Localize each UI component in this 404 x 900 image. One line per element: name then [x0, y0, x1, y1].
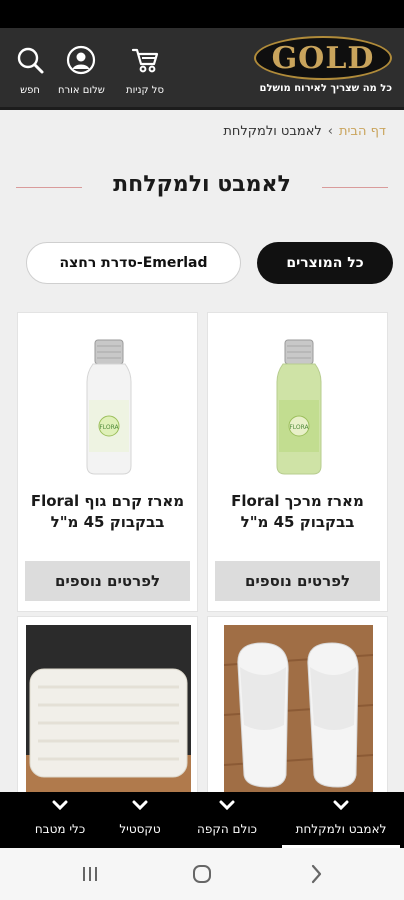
filter-all-products[interactable]: כל המוצרים — [257, 242, 393, 284]
search-icon — [14, 44, 46, 76]
svg-text:FLORA: FLORA — [99, 424, 119, 431]
category-coffee[interactable]: כולם הקפה — [186, 792, 268, 848]
product-card[interactable]: FLORA מארז קרם גוף Floral בבקבוק 45 מ"ל … — [17, 312, 198, 612]
category-bar: לאמבט ולמקלחת כולם הקפה טקסטיל כלי מטבח — [0, 792, 404, 848]
search-button[interactable]: חפש — [14, 44, 46, 96]
title-row: לאמבט ולמקלחת — [0, 170, 404, 206]
category-bath-shower[interactable]: לאמבט ולמקלחת — [282, 792, 400, 848]
product-card[interactable] — [17, 616, 198, 796]
status-bar — [0, 0, 404, 28]
breadcrumb: דף הבית › לאמבט ולמקלחת — [223, 124, 386, 139]
logo-badge: GOLD — [254, 36, 392, 80]
account-label: שלום אורח — [58, 85, 105, 96]
svg-text:FLORA: FLORA — [289, 424, 309, 431]
product-name-line2: בבקבוק 45 מ"ל — [240, 513, 355, 531]
recent-apps-icon[interactable] — [78, 862, 102, 886]
filter-emerald-series[interactable]: Emerlad-סדרת רחצה — [26, 242, 241, 284]
user-icon — [65, 44, 97, 76]
category-kitchenware[interactable]: כלי מטבח — [24, 792, 96, 848]
bath-mat-image[interactable] — [26, 625, 191, 793]
title-divider-right — [322, 187, 388, 188]
slippers-image[interactable] — [224, 625, 373, 793]
logo-tagline: כל מה שצריך לאירוח מושלם — [259, 83, 392, 94]
category-textile[interactable]: טקסטיל — [108, 792, 172, 848]
page-title: לאמבט ולמקלחת — [113, 172, 291, 197]
breadcrumb-home[interactable]: דף הבית — [339, 124, 386, 139]
product-name-line1: מארז קרם גוף Floral — [30, 492, 185, 510]
product-card[interactable]: FLORA מארז מרכך Floral בבקבוק 45 מ"ל לפר… — [207, 312, 388, 612]
cart-label: סל קניות — [126, 85, 164, 96]
breadcrumb-separator: › — [327, 124, 333, 139]
back-icon[interactable] — [304, 862, 328, 886]
more-details-button[interactable]: לפרטים נוספים — [215, 561, 380, 601]
account-button[interactable]: שלום אורח — [58, 44, 105, 96]
product-image[interactable]: FLORA — [208, 327, 389, 489]
chevron-down-icon — [333, 800, 349, 810]
home-icon[interactable] — [190, 862, 214, 886]
chevron-down-icon — [219, 800, 235, 810]
cart-icon — [129, 44, 161, 76]
product-name[interactable]: מארז מרכך Floral בבקבוק 45 מ"ל — [214, 491, 381, 533]
logo[interactable]: GOLD כל מה שצריך לאירוח מושלם — [252, 36, 392, 98]
chevron-down-icon — [52, 800, 68, 810]
chevron-down-icon — [132, 800, 148, 810]
category-label: כולם הקפה — [197, 822, 257, 836]
search-label: חפש — [20, 85, 40, 96]
category-label: לאמבט ולמקלחת — [295, 822, 387, 836]
system-nav-bar — [0, 848, 404, 900]
product-name[interactable]: מארז קרם גוף Floral בבקבוק 45 מ"ל — [24, 491, 191, 533]
product-image[interactable]: FLORA — [18, 327, 199, 489]
category-label: טקסטיל — [119, 822, 161, 836]
product-card[interactable] — [207, 616, 388, 796]
more-details-button[interactable]: לפרטים נוספים — [25, 561, 190, 601]
cart-button[interactable]: סל קניות — [126, 44, 164, 96]
category-label: כלי מטבח — [34, 822, 86, 836]
product-name-line1: מארז מרכך Floral — [231, 492, 364, 510]
logo-text: GOLD — [271, 40, 375, 76]
breadcrumb-current: לאמבט ולמקלחת — [223, 124, 322, 139]
site-header: GOLD כל מה שצריך לאירוח מושלם סל קניות ש… — [0, 28, 404, 110]
product-name-line2: בבקבוק 45 מ"ל — [50, 513, 165, 531]
